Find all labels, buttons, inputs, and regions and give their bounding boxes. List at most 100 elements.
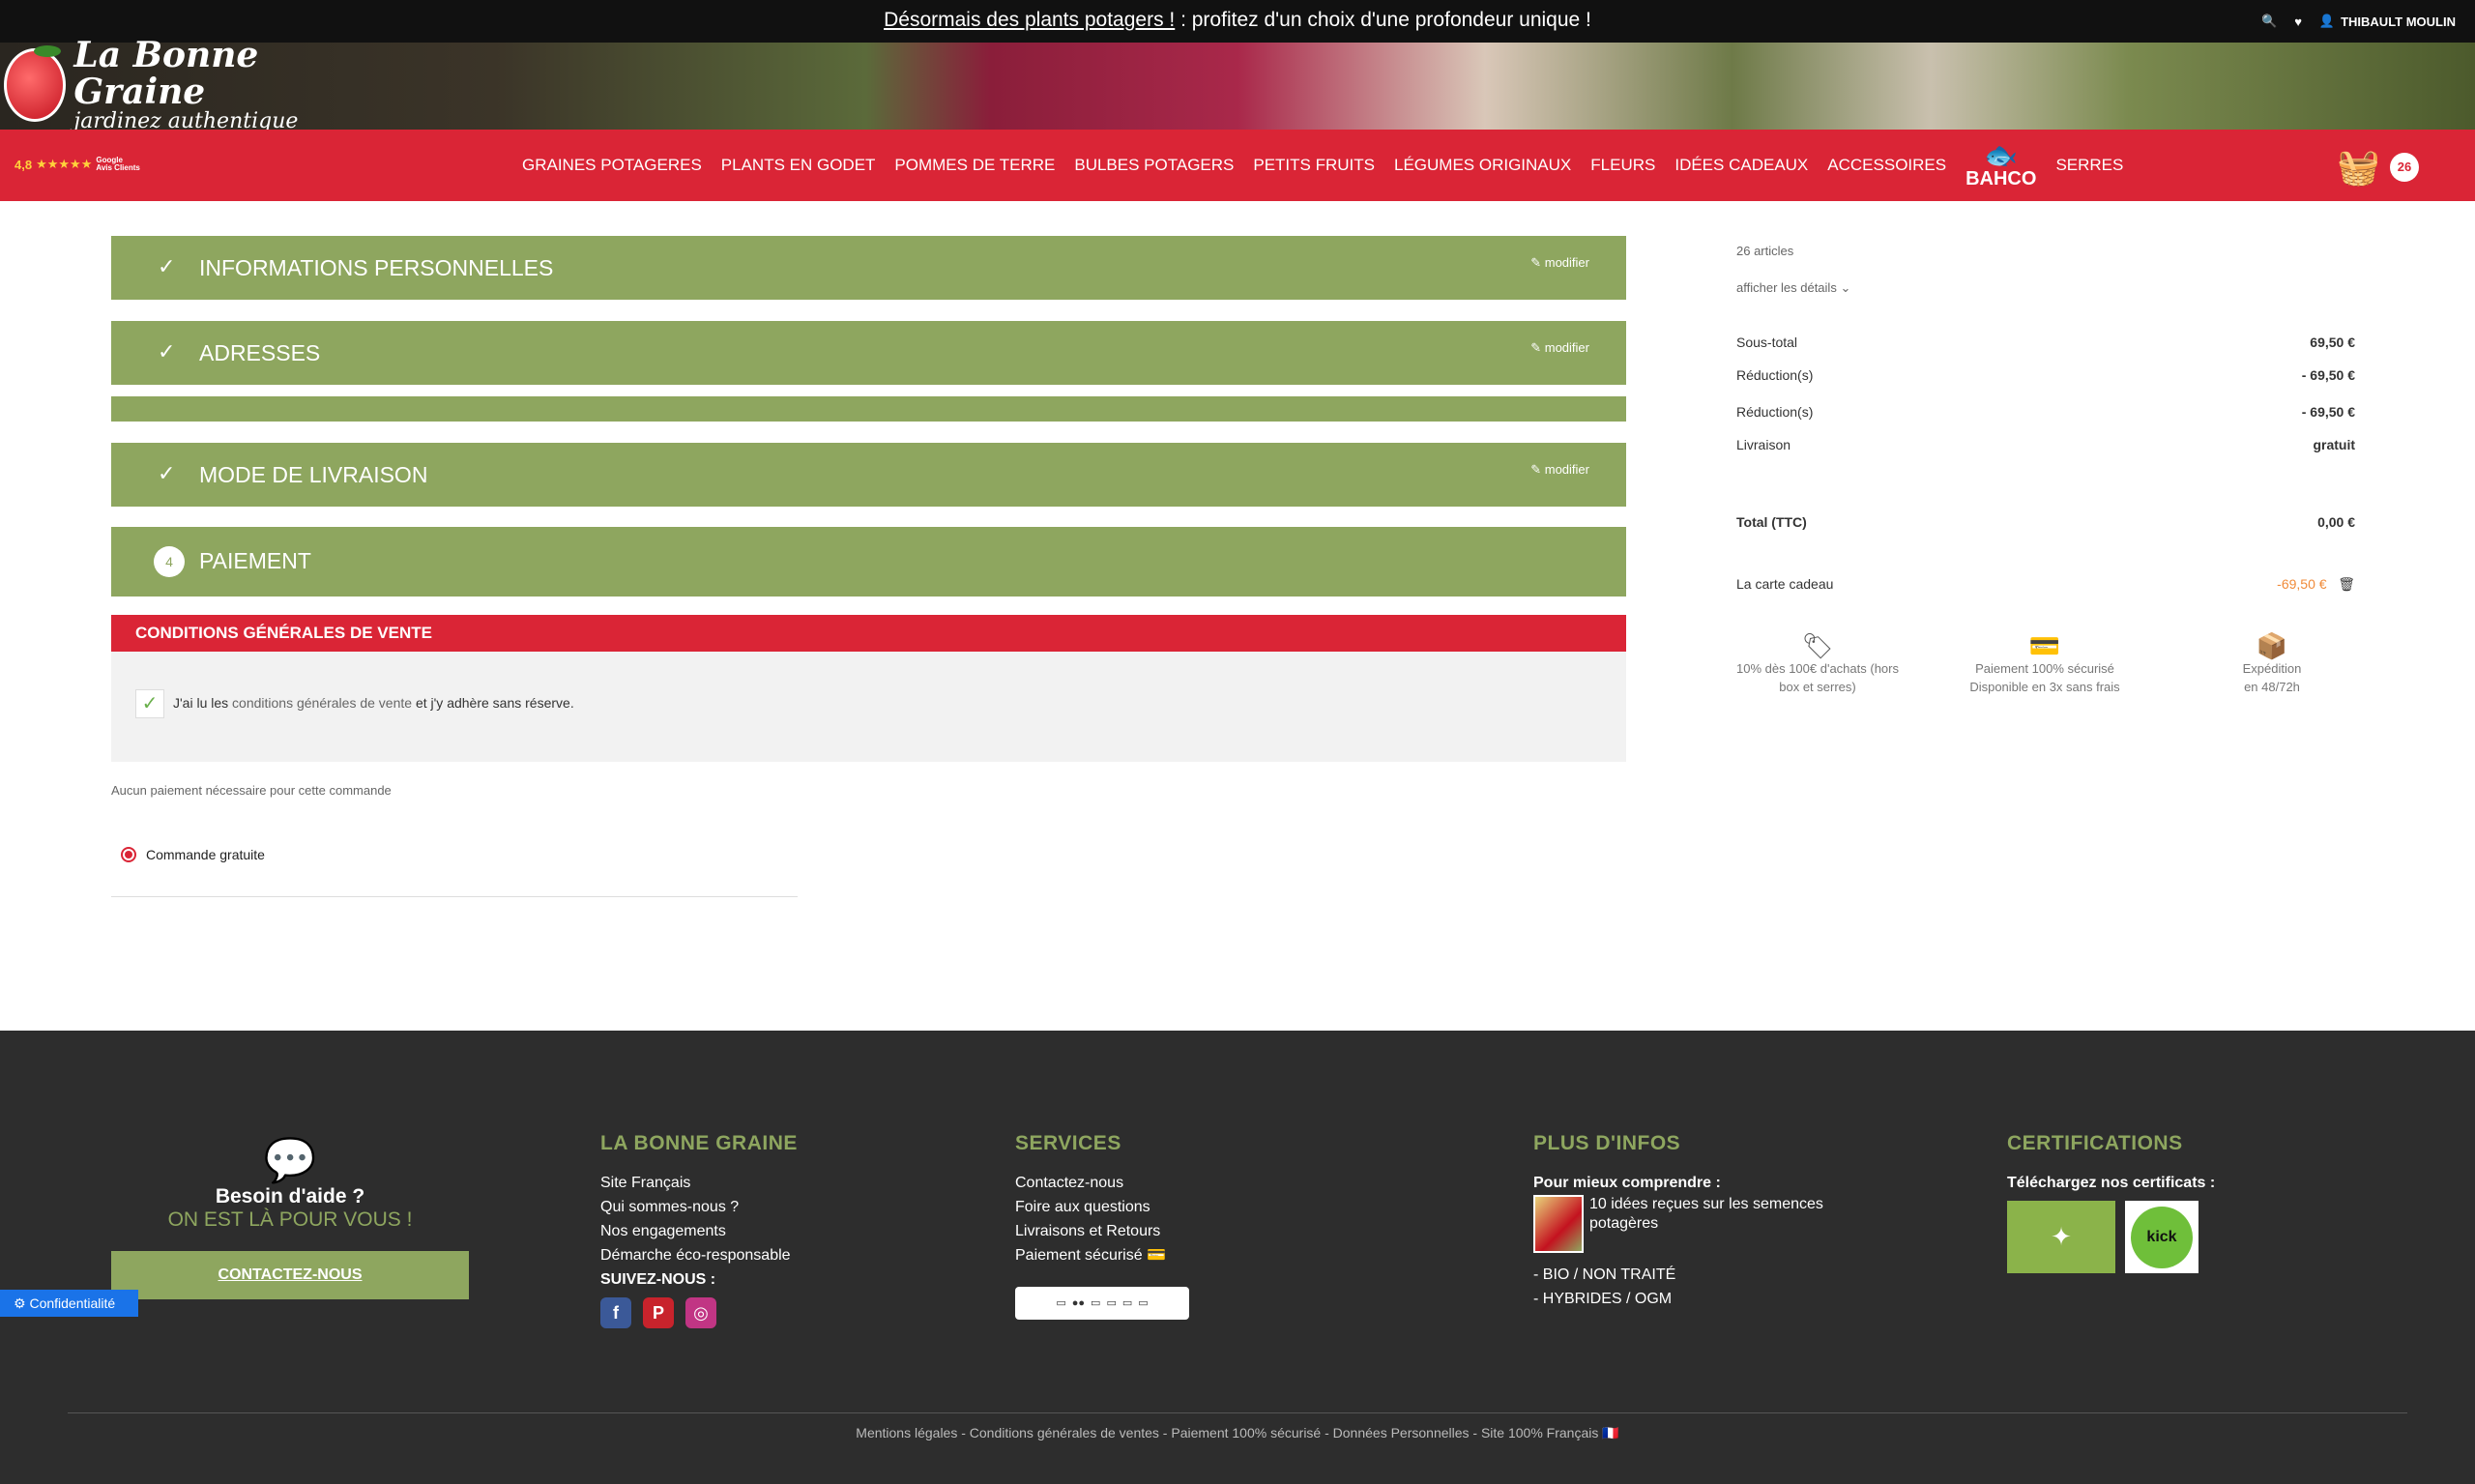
footer-col-certifications: CERTIFICATIONS Téléchargez nos certifica… — [2007, 1131, 2215, 1273]
cgv-heading: CONDITIONS GÉNÉRALES DE VENTE — [111, 615, 1626, 652]
eu-organic-logo[interactable]: ✦ — [2007, 1201, 2115, 1273]
nav-item-accessoires[interactable]: ACCESSOIRES — [1827, 156, 1946, 175]
top-banner: Désormais des plants potagers ! : profit… — [0, 0, 2475, 43]
footer-link[interactable]: - HYBRIDES / OGM — [1533, 1287, 1852, 1311]
footer-link[interactable]: Démarche éco-responsable — [600, 1243, 798, 1267]
footer-col-la-bonne-graine: LA BONNE GRAINE Site Français Qui sommes… — [600, 1131, 798, 1328]
footer-divider — [68, 1412, 2407, 1413]
credit-card-icon: 💳 — [2028, 631, 2061, 660]
help-block: 💬 Besoin d'aide ? ON EST LÀ POUR VOUS ! … — [111, 1137, 469, 1299]
article-link[interactable]: 10 idées reçues sur les semences potagèr… — [1533, 1195, 1852, 1253]
main-nav: 4,8 ★★★★★ Google Avis Clients GRAINES POT… — [0, 130, 2475, 201]
nav-item-idees-cadeaux[interactable]: IDÉES CADEAUX — [1674, 156, 1808, 175]
promo-text: Désormais des plants potagers ! : profit… — [884, 9, 1591, 31]
delivery-icon: 📦 — [2256, 631, 2288, 660]
step-personal-info[interactable]: ✓ INFORMATIONS PERSONNELLES ✎ modifier — [111, 236, 1626, 300]
hero-banner-image — [0, 43, 2475, 130]
privacy-button[interactable]: ⚙ Confidentialité — [0, 1290, 138, 1317]
footer-link[interactable]: Livraisons et Retours — [1015, 1219, 1189, 1243]
star-icons: ★★★★★ — [36, 157, 93, 171]
nav-item-legumes-originaux[interactable]: LÉGUMES ORIGINAUX — [1394, 156, 1571, 175]
nav-item-fleurs[interactable]: FLEURS — [1590, 156, 1655, 175]
step-addresses[interactable]: ✓ ADRESSES ✎ modifier — [111, 321, 1626, 385]
cgv-checkbox[interactable]: ✓ — [135, 689, 164, 718]
edit-button[interactable]: ✎ modifier — [1530, 255, 1589, 271]
google-rating[interactable]: 4,8 ★★★★★ Google Avis Clients — [15, 157, 140, 172]
footer-link[interactable]: - BIO / NON TRAITÉ — [1533, 1263, 1852, 1287]
total-row: Total (TTC) 0,00 € — [1736, 514, 2355, 530]
footer-link[interactable]: Contactez-nous — [1015, 1171, 1189, 1195]
article-thumbnail — [1533, 1195, 1584, 1253]
promo-link[interactable]: Désormais des plants potagers ! — [884, 9, 1175, 31]
check-icon: ✓ — [158, 254, 176, 278]
show-details-toggle[interactable]: afficher les détails ⌄ — [1736, 280, 2355, 296]
visa-icon: ▭ — [1091, 1296, 1101, 1309]
step-payment: 4 PAIEMENT — [111, 527, 1626, 597]
tomato-mascot-icon — [4, 45, 67, 122]
payment-option-free[interactable]: Commande gratuite — [121, 847, 265, 862]
bahco-fish-icon: 🐟 — [1984, 140, 2019, 170]
cart-count-badge: 26 — [2390, 153, 2419, 182]
reassurance-secure-payment: 💳 Paiement 100% sécurisé Disponible en 3… — [1958, 632, 2132, 696]
footer-link[interactable]: Foire aux questions — [1015, 1195, 1189, 1219]
paypal-icon: ▭ — [1106, 1296, 1117, 1309]
user-icon: 👤 — [2318, 14, 2336, 28]
edit-button[interactable]: ✎ modifier — [1530, 340, 1589, 356]
legal-links[interactable]: Mentions légales - Conditions générales … — [0, 1425, 2475, 1441]
step-title: MODE DE LIVRAISON — [199, 462, 428, 487]
instagram-icon[interactable]: ◎ — [685, 1297, 716, 1328]
pinterest-icon[interactable]: P — [643, 1297, 674, 1328]
site-logo[interactable]: La Bonne Graine jardinez authentique — [4, 37, 313, 133]
step-title: PAIEMENT — [199, 548, 311, 573]
nav-item-plants-en-godet[interactable]: PLANTS EN GODET — [721, 156, 876, 175]
footer-col-plus-dinfos: PLUS D'INFOS Pour mieux comprendre : 10 … — [1533, 1131, 1852, 1311]
cart-button[interactable]: 🧺 26 — [2337, 147, 2419, 188]
nav-item-pommes-de-terre[interactable]: POMMES DE TERRE — [894, 156, 1055, 175]
reassurance-shipping: 📦 Expédition en 48/72h — [2185, 632, 2359, 696]
reassurance-discount: 🏷 10% dès 100€ d'achats (hors box et ser… — [1731, 632, 1905, 696]
check-icon: ✓ — [158, 461, 176, 485]
basket-icon: 🧺 — [2337, 147, 2380, 187]
footer-link[interactable]: Qui sommes-nous ? — [600, 1195, 798, 1219]
tag-icon: 🏷 — [1801, 631, 1834, 660]
nav-item-bahco[interactable]: 🐟 BAHCO — [1965, 142, 2036, 189]
nav-item-petits-fruits[interactable]: PETITS FRUITS — [1253, 156, 1375, 175]
step-delivery-mode[interactable]: ✓ MODE DE LIVRAISON ✎ modifier — [111, 443, 1626, 507]
gear-icon: ⚙ — [14, 1295, 26, 1311]
subtotal-row: Sous-total 69,50 € — [1736, 335, 2355, 350]
french-flag-icon: 🇫🇷 — [1602, 1425, 1619, 1440]
nav-item-bulbes-potagers[interactable]: BULBES POTAGERS — [1074, 156, 1234, 175]
transfer-icon: ▭ — [1138, 1296, 1149, 1309]
footer: 💬 Besoin d'aide ? ON EST LÀ POUR VOUS ! … — [0, 1031, 2475, 1484]
logo-brand-name: La Bonne Graine — [73, 35, 259, 112]
contact-button[interactable]: CONTACTEZ-NOUS — [111, 1251, 469, 1299]
mastercard-icon: ●● — [1071, 1296, 1086, 1309]
facebook-icon[interactable]: f — [600, 1297, 631, 1328]
footer-link[interactable]: Paiement sécurisé 💳 — [1015, 1243, 1189, 1267]
payment-radio[interactable] — [121, 847, 136, 862]
kickgreen-logo[interactable]: kick — [2125, 1201, 2198, 1273]
nav-item-graines-potageres[interactable]: GRAINES POTAGERES — [522, 156, 702, 175]
edit-button[interactable]: ✎ modifier — [1530, 462, 1589, 478]
cgv-panel: ✓ J'ai lu les conditions générales de ve… — [111, 652, 1626, 762]
footer-link[interactable]: Nos engagements — [600, 1219, 798, 1243]
step-number-badge: 4 — [154, 546, 185, 577]
reduction-row-2: Réduction(s) - 69,50 € — [1736, 404, 2355, 420]
step-title: INFORMATIONS PERSONNELLES — [199, 255, 554, 280]
trash-icon[interactable]: 🗑 — [2338, 576, 2355, 592]
cgv-link[interactable]: conditions générales de vente — [232, 695, 412, 711]
search-icon[interactable]: 🔍 — [2261, 14, 2277, 29]
shipping-row: Livraison gratuit — [1736, 437, 2355, 452]
cb-card-icon: ▭ — [1056, 1296, 1066, 1309]
heart-icon[interactable]: ♥ — [2294, 15, 2302, 29]
footer-link[interactable]: Site Français — [600, 1171, 798, 1195]
step-title: ADRESSES — [199, 340, 321, 365]
nav-item-serres[interactable]: SERRES — [2055, 156, 2123, 175]
giftcard-row: La carte cadeau -69,50 € 🗑 — [1736, 576, 2355, 592]
step-hidden-strip — [111, 396, 1626, 422]
footer-col-services: SERVICES Contactez-nous Foire aux questi… — [1015, 1131, 1189, 1320]
cheque-icon: ▭ — [1121, 1296, 1133, 1309]
no-payment-notice: Aucun paiement nécessaire pour cette com… — [111, 783, 392, 798]
card-icon: 💳 — [1147, 1247, 1166, 1264]
user-account[interactable]: 👤 THIBAULT MOULIN — [2319, 14, 2456, 29]
